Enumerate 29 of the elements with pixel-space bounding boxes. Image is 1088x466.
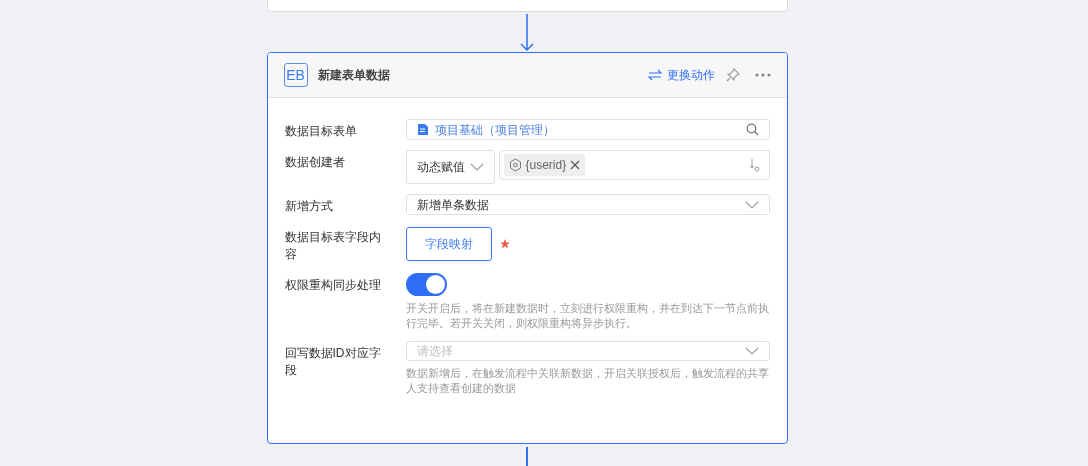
help-text: 开关开启后，将在新建数据时，立刻进行权限重构，并在到达下一节点前执行完毕。若开关关闭，则权限重构将异步执行。 [405,301,770,331]
field-label: 数据目标表单 [284,123,358,140]
tag-text: {userid} [525,157,567,174]
form-name: 项目基础（项目管理） [434,121,555,139]
chevron-down-icon [744,347,759,355]
field-mapping-button[interactable]: 字段映射 [405,227,492,261]
search-icon[interactable] [745,123,759,136]
form-picker-field[interactable]: 项目基础（项目管理） [405,119,770,140]
field-label: 数据创建者 [284,154,346,171]
mode-select[interactable]: 动态赋值 [405,150,495,184]
close-icon[interactable] [570,160,581,170]
hexagon-icon [508,158,522,172]
more-icon[interactable] [754,73,771,77]
pin-icon[interactable] [725,68,740,82]
logo-icon: EB [283,63,308,87]
node-title: 新建表单数据 [317,67,390,84]
value-field[interactable]: {userid} [498,150,770,180]
chevron-down-icon [744,200,759,209]
field-label: 权限重构同步处理 [284,277,382,294]
swap-arrows-icon [647,69,662,81]
field-label: 新增方式 [284,198,334,215]
document-icon [416,123,429,136]
change-action-button[interactable]: 更换动作 [647,66,715,84]
toggle-switch[interactable] [405,273,447,296]
field-label: 回写数据ID对应字段 [284,345,382,379]
select-field[interactable]: 新增单条数据 [405,194,770,215]
chevron-down-icon [469,163,484,171]
help-text: 数据新增后，在触发流程中关联新数据，开启关联授权后，触发流程的共享人支持查看创建的数据 [405,366,770,396]
field-label: 数据目标表字段内容 [284,229,382,263]
